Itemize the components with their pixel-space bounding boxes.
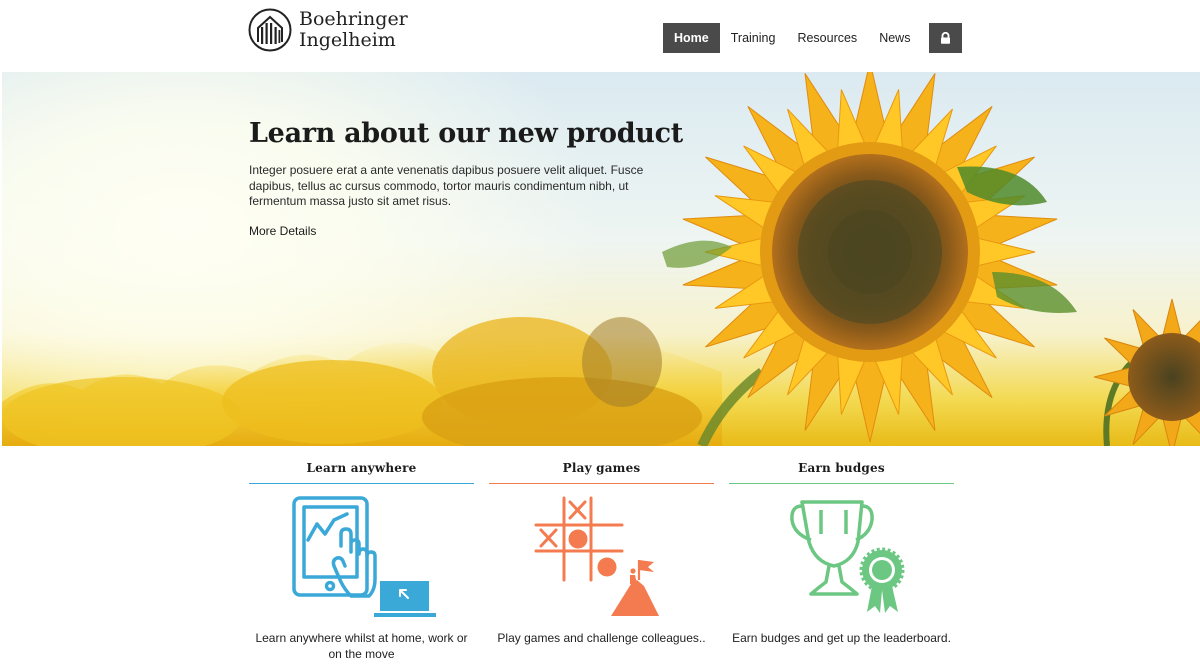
brand-logo[interactable]: Boehringer Ingelheim xyxy=(248,7,408,53)
feature-description: Earn budges and get up the leaderboard. xyxy=(732,631,951,645)
brand-name: Boehringer Ingelheim xyxy=(299,9,408,51)
feature-description: Play games and challenge colleagues.. xyxy=(497,631,706,645)
lock-icon xyxy=(941,32,951,44)
feature-title: Play games xyxy=(562,461,641,475)
feature-title: Learn anywhere xyxy=(306,461,417,475)
hero-banner: Learn about our new product Integer posu… xyxy=(2,72,1200,446)
more-details-link[interactable]: More Details xyxy=(249,224,316,238)
feature-play-games: Play games Play games and challenge coll… xyxy=(489,456,714,669)
feature-divider xyxy=(249,483,474,484)
site-header: Boehringer Ingelheim Home Training Resou… xyxy=(0,0,1200,72)
feature-title: Earn budges xyxy=(798,461,885,475)
brand-name-line2: Ingelheim xyxy=(299,29,396,51)
main-nav: Home Training Resources News xyxy=(663,23,963,53)
trophy-badge-icon xyxy=(790,500,905,613)
nav-item-news[interactable]: News xyxy=(868,23,921,53)
feature-divider xyxy=(489,483,714,484)
login-button[interactable] xyxy=(929,23,963,53)
boehringer-logo-icon xyxy=(248,8,292,52)
hero-title: Learn about our new product xyxy=(249,118,683,149)
nav-item-home[interactable]: Home xyxy=(663,23,720,53)
features-section: Learn anywhere Learn anywhere whilst at … xyxy=(249,456,954,669)
feature-learn-anywhere: Learn anywhere Learn anywhere whilst at … xyxy=(249,456,474,669)
nav-item-resources[interactable]: Resources xyxy=(786,23,868,53)
nav-item-training[interactable]: Training xyxy=(720,23,787,53)
tablet-laptop-icon xyxy=(292,496,436,617)
feature-divider xyxy=(729,483,954,484)
tic-tac-toe-icon xyxy=(534,496,659,616)
feature-description: Learn anywhere whilst at home, work or o… xyxy=(255,631,468,661)
hero-description: Integer posuere erat a ante venenatis da… xyxy=(249,163,644,208)
feature-earn-budges: Earn budges Earn budges and get up the l… xyxy=(729,456,954,669)
brand-name-line1: Boehringer xyxy=(299,8,408,30)
